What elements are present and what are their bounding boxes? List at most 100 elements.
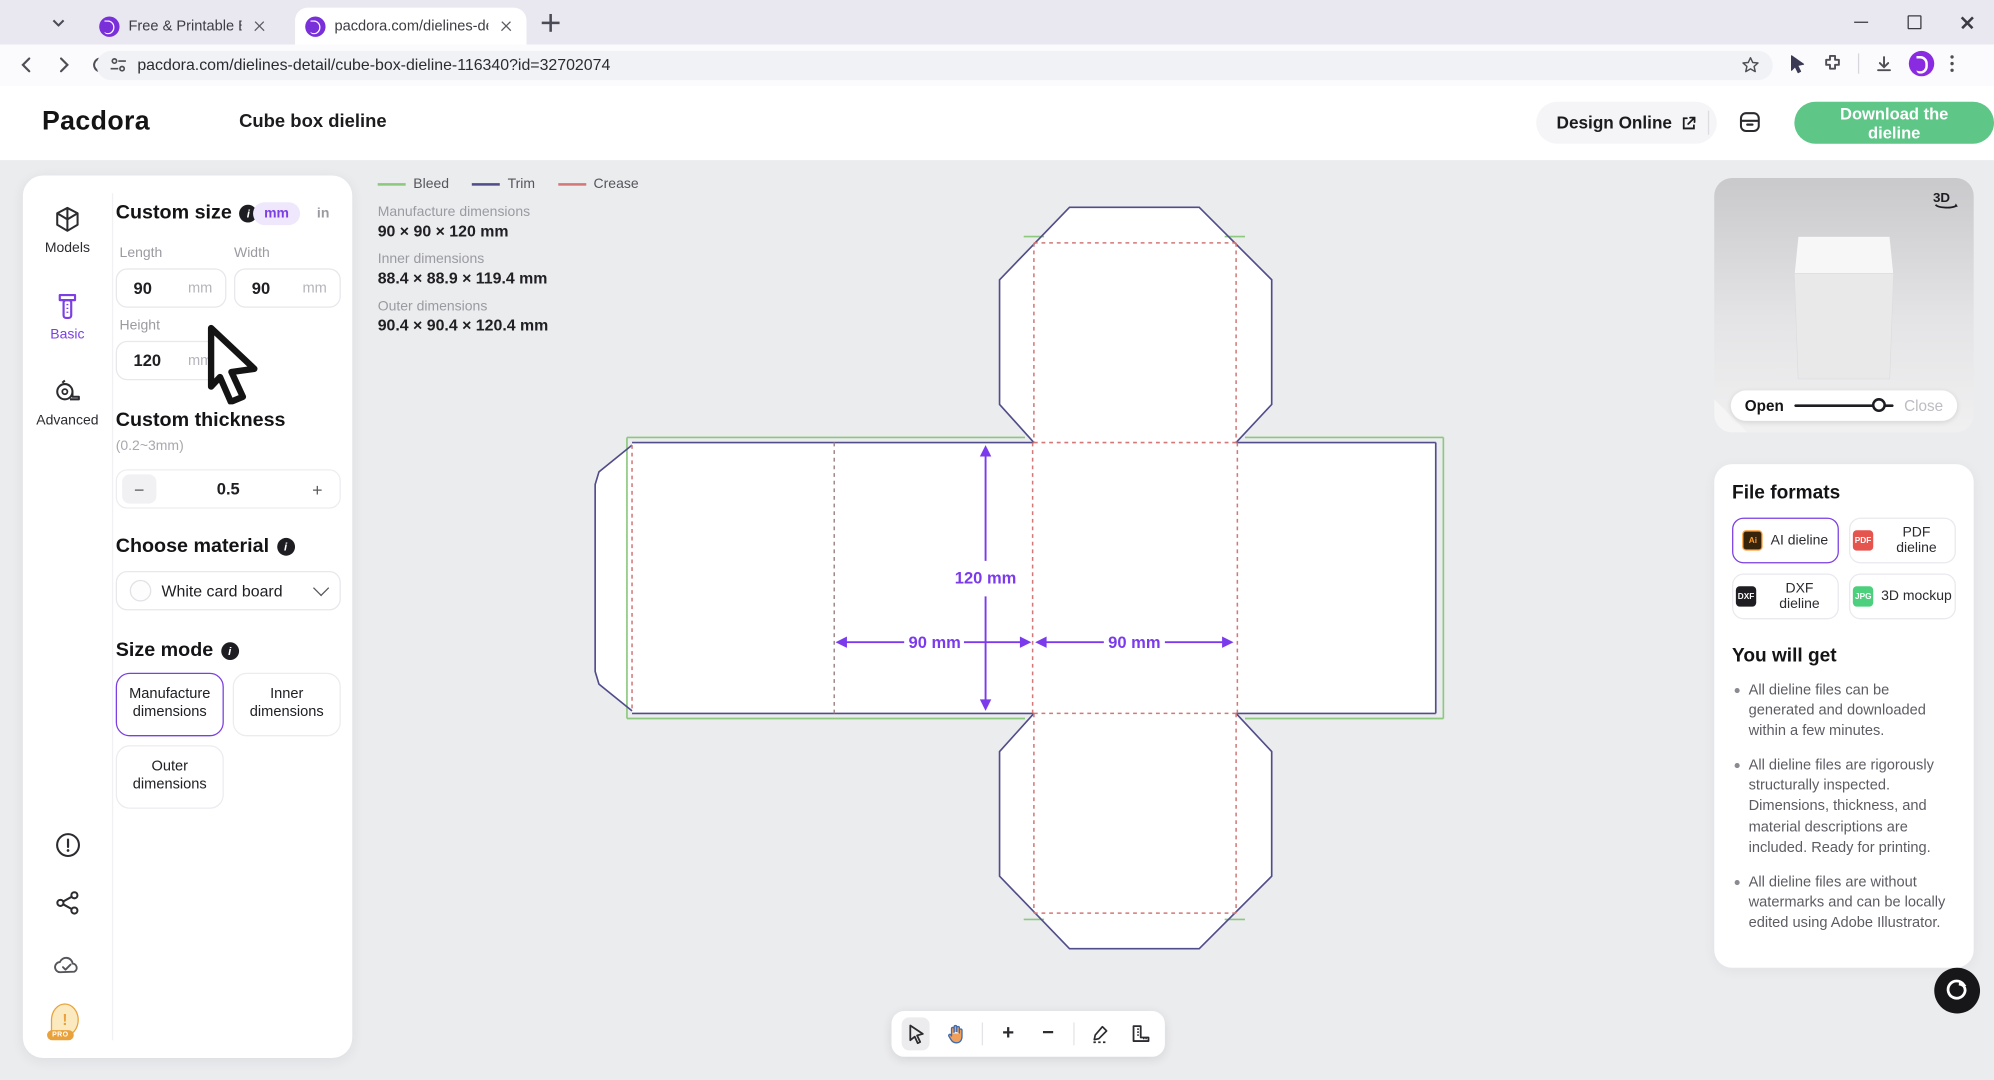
mode-manufacture-button[interactable]: Manufacture dimensions bbox=[116, 673, 224, 737]
design-online-button[interactable]: Design Online bbox=[1536, 102, 1716, 144]
rotate-3d-label: 3D bbox=[1933, 191, 1950, 206]
sidebar-item-models[interactable]: Models bbox=[23, 205, 112, 256]
length-input[interactable]: 90 mm bbox=[116, 268, 227, 307]
new-tab-button[interactable] bbox=[539, 11, 562, 34]
app-header: Pacdora Cube box dieline Design Online D… bbox=[0, 85, 1994, 161]
zoom-in-button[interactable]: + bbox=[994, 1017, 1022, 1050]
window-close-button[interactable] bbox=[1941, 0, 1994, 45]
thickness-increase-button[interactable]: + bbox=[300, 474, 334, 503]
browser-menu-kebab-icon[interactable] bbox=[1950, 55, 1955, 73]
mode-inner-button[interactable]: Inner dimensions bbox=[233, 673, 341, 737]
format-label: AI dieline bbox=[1771, 533, 1829, 548]
tape-measure-icon bbox=[52, 378, 83, 409]
cloud-check-icon[interactable] bbox=[53, 951, 81, 979]
size-mode-title: Size mode bbox=[116, 640, 214, 663]
format-ai-button[interactable]: Ai AI dieline bbox=[1732, 518, 1839, 564]
dim-width-left-label: 90 mm bbox=[909, 633, 961, 652]
feedback-pro-icon[interactable]: !PRO bbox=[51, 1006, 79, 1034]
unit-in-button[interactable]: in bbox=[305, 202, 340, 225]
screen: Free & Printable Box Templat pacdora.com… bbox=[0, 0, 1994, 1080]
custom-size-title: Custom size bbox=[116, 202, 232, 225]
thickness-range: (0.2~3mm) bbox=[116, 439, 341, 454]
pacdora-logo[interactable]: Pacdora bbox=[42, 107, 150, 138]
tab-search-chevron-icon[interactable] bbox=[46, 10, 71, 35]
sidebar-item-label: Advanced bbox=[36, 413, 98, 428]
tab-close-icon[interactable] bbox=[249, 16, 269, 36]
browser-tab-inactive[interactable]: Free & Printable Box Templat bbox=[89, 8, 280, 45]
info-icon[interactable]: i bbox=[277, 538, 295, 556]
extensions-puzzle-icon[interactable] bbox=[1822, 53, 1842, 73]
divider bbox=[1074, 1022, 1075, 1045]
divider bbox=[112, 193, 113, 1040]
material-select[interactable]: White card board bbox=[116, 571, 341, 610]
dim-height-label: 120 mm bbox=[955, 569, 1017, 588]
mode-outer-button[interactable]: Outer dimensions bbox=[116, 745, 224, 809]
custom-thickness-title: Custom thickness bbox=[116, 409, 341, 432]
3d-preview-card[interactable]: 3D Open Close bbox=[1714, 178, 1973, 432]
sidebar-item-basic[interactable]: Basic bbox=[23, 291, 112, 342]
close-label: Close bbox=[1904, 397, 1943, 415]
downloads-icon[interactable] bbox=[1874, 54, 1893, 73]
file-formats-card: File formats Ai AI dieline PDF PDF dieli… bbox=[1714, 464, 1973, 968]
format-dxf-button[interactable]: DXF DXF dieline bbox=[1732, 574, 1839, 620]
tab-title: Free & Printable Box Templat bbox=[128, 18, 241, 33]
info-icon[interactable]: i bbox=[221, 642, 239, 660]
measure-ruler-tool-button[interactable] bbox=[1126, 1017, 1154, 1050]
chat-support-bubble[interactable] bbox=[1934, 968, 1980, 1014]
sidebar-item-advanced[interactable]: Advanced bbox=[23, 378, 112, 429]
dieline-canvas: Bleed Trim Crease Manufacture dimensions… bbox=[0, 160, 1994, 1079]
divider bbox=[1708, 111, 1709, 135]
width-unit: mm bbox=[302, 280, 326, 295]
window-minimize-button[interactable] bbox=[1834, 0, 1887, 45]
cursor-extension-icon[interactable] bbox=[1788, 54, 1807, 73]
bleed-line-swatch bbox=[378, 183, 406, 186]
width-value: 90 bbox=[252, 279, 270, 298]
legend-bleed-label: Bleed bbox=[413, 177, 449, 192]
chat-swoosh-icon bbox=[1946, 979, 1969, 1002]
tab-title: pacdora.com/dielines-detail/ bbox=[334, 18, 488, 33]
settings-panel: Models Basic Advanced !PRO bbox=[23, 175, 352, 1058]
browser-tab-active[interactable]: pacdora.com/dielines-detail/ bbox=[295, 8, 526, 45]
window-maximize-button[interactable] bbox=[1887, 0, 1940, 45]
profile-avatar[interactable] bbox=[1909, 51, 1934, 76]
material-swatch bbox=[130, 580, 152, 602]
format-3d-mockup-button[interactable]: JPG 3D mockup bbox=[1849, 574, 1956, 620]
browser-tab-bar: Free & Printable Box Templat pacdora.com… bbox=[0, 0, 1994, 45]
share-icon[interactable] bbox=[53, 889, 81, 917]
report-issue-icon[interactable] bbox=[53, 830, 81, 858]
material-value: White card board bbox=[162, 582, 306, 600]
bookmark-star-icon[interactable] bbox=[1741, 55, 1760, 74]
page-title: Cube box dieline bbox=[239, 112, 387, 132]
open-label: Open bbox=[1745, 397, 1784, 415]
file-formats-title: File formats bbox=[1732, 482, 1956, 504]
slider-knob[interactable] bbox=[1872, 398, 1886, 412]
rotate-3d-icon[interactable]: 3D bbox=[1933, 191, 1958, 213]
pacdora-favicon bbox=[305, 16, 325, 36]
width-label: Width bbox=[234, 245, 341, 260]
width-input[interactable]: 90 mm bbox=[234, 268, 341, 307]
design-online-label: Design Online bbox=[1557, 113, 1672, 132]
unit-mm-button[interactable]: mm bbox=[253, 202, 301, 225]
back-icon[interactable] bbox=[13, 51, 41, 79]
window-controls bbox=[1834, 0, 1994, 45]
address-bar[interactable]: pacdora.com/dielines-detail/cube-box-die… bbox=[97, 50, 1773, 79]
download-dieline-button[interactable]: Download the dieline bbox=[1794, 102, 1994, 144]
unit-toggle: mm in bbox=[253, 202, 341, 225]
thickness-stepper: − 0.5 + bbox=[116, 469, 341, 508]
format-label: PDF dieline bbox=[1881, 525, 1952, 556]
dxf-file-icon: DXF bbox=[1736, 586, 1756, 606]
pan-hand-tool-button[interactable] bbox=[942, 1017, 970, 1050]
height-value: 120 bbox=[134, 351, 162, 370]
site-settings-icon[interactable] bbox=[109, 56, 127, 74]
annotate-pen-tool-button[interactable] bbox=[1086, 1017, 1114, 1050]
thickness-decrease-button[interactable]: − bbox=[122, 474, 156, 503]
tab-close-icon[interactable] bbox=[496, 16, 516, 36]
thickness-value: 0.5 bbox=[156, 479, 300, 498]
slider-track[interactable] bbox=[1794, 404, 1894, 407]
zoom-out-button[interactable]: − bbox=[1034, 1017, 1062, 1050]
pro-badge: PRO bbox=[47, 1030, 73, 1040]
format-pdf-button[interactable]: PDF PDF dieline bbox=[1849, 518, 1956, 564]
forward-icon[interactable] bbox=[50, 51, 78, 79]
archive-box-icon[interactable] bbox=[1732, 104, 1768, 140]
select-tool-button[interactable] bbox=[902, 1017, 930, 1050]
